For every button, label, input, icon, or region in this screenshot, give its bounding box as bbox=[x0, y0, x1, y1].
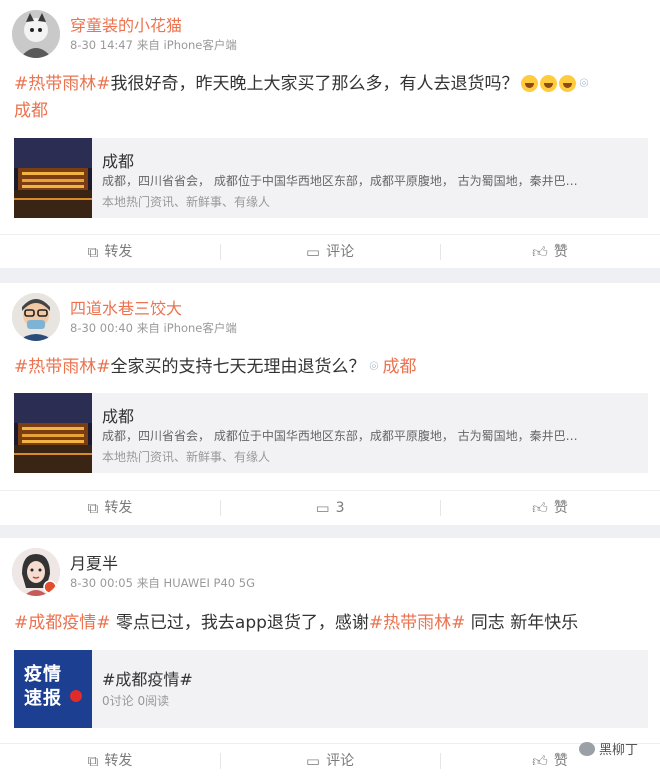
wechat-icon bbox=[578, 742, 595, 756]
hashtag-link[interactable]: #热带雨林# bbox=[14, 74, 111, 94]
post-body: 我很好奇，昨天晚上大家买了那么多，有人去退货吗？ bbox=[110, 74, 519, 94]
avatar[interactable] bbox=[12, 10, 60, 58]
comment-icon: ▭ bbox=[305, 752, 321, 770]
post-source: 来自 iPhone客户端 bbox=[136, 38, 237, 52]
laugh-emoji-icon bbox=[558, 75, 576, 92]
card-description: 0讨论 0阅读 bbox=[102, 694, 170, 708]
repost-label: 转发 bbox=[104, 753, 133, 769]
location-link[interactable]: 成都 bbox=[383, 357, 417, 377]
post-source: 来自 HUAWEI P40 5G bbox=[136, 576, 255, 590]
card-subtitle: 本地热门资讯、新鲜事、有缘人 bbox=[102, 195, 271, 209]
location-card[interactable]: 成都 成都，四川省省会， 成都位于中国华西地区东部，成都平原腹地， 古为蜀国地，… bbox=[14, 138, 648, 218]
repost-label: 转发 bbox=[104, 244, 133, 260]
post: 四道水巷三饺大 8-30 00:40 来自 iPhone客户端 #热带雨林#全家买… bbox=[0, 283, 660, 525]
post-body: 同志 新年快乐 bbox=[465, 613, 579, 633]
red-dot-icon bbox=[70, 690, 82, 702]
post: 穿童装的小花猫 8-30 14:47 来自 iPhone客户端 #热带雨林#我很好… bbox=[0, 0, 660, 268]
post-meta: 8-30 00:05 来自 HUAWEI P40 5G bbox=[70, 575, 259, 591]
card-title: #成都疫情# bbox=[102, 670, 193, 689]
topic-image-line1: 疫情 bbox=[24, 664, 62, 685]
topic-image: 疫情 速报 bbox=[14, 650, 92, 728]
comment-count: 3 bbox=[335, 500, 345, 516]
comment-label: 评论 bbox=[326, 753, 355, 769]
topic-image-line2: 速报 bbox=[24, 688, 62, 709]
card-description: 成都，四川省省会， 成都位于中国华西地区东部，成都平原腹地， 古为蜀国地，秦井巴… bbox=[102, 429, 578, 443]
location-pin-icon: ⌾ bbox=[579, 74, 589, 92]
post: 月夏半 8-30 00:05 来自 HUAWEI P40 5G #成都疫情# 零点… bbox=[0, 538, 660, 777]
comment-button[interactable]: ▭ 评论 bbox=[220, 744, 440, 777]
weibo-feed: 穿童装的小花猫 8-30 14:47 来自 iPhone客户端 #热带雨林#我很好… bbox=[0, 0, 660, 777]
username[interactable]: 穿童装的小花猫 bbox=[70, 12, 182, 36]
watermark: 黑柳丁 bbox=[578, 739, 638, 758]
like-label: 赞 bbox=[553, 500, 568, 516]
repost-button[interactable]: ⧉ 转发 bbox=[0, 744, 220, 777]
action-bar: ⧉ 转发 ▭ 评论 👍︎ 赞 bbox=[0, 234, 660, 268]
post-body: 零点已过，我去app退货了，感谢 bbox=[110, 613, 369, 633]
post-text: #热带雨林#全家买的支持七天无理由退货么？ ⌾ 成都 bbox=[14, 353, 646, 381]
post-date: 8-30 00:05 bbox=[70, 576, 133, 590]
hashtag-link[interactable]: #热带雨林# bbox=[14, 357, 111, 377]
location-link[interactable]: 成都 bbox=[14, 101, 48, 121]
post-text: #热带雨林#我很好奇，昨天晚上大家买了那么多，有人去退货吗？ ⌾ 成都 bbox=[14, 70, 646, 125]
location-card[interactable]: 成都 成都，四川省省会， 成都位于中国华西地区东部，成都平原腹地， 古为蜀国地，… bbox=[14, 393, 648, 473]
action-bar: ⧉ 转发 ▭ 评论 👍︎ 赞 bbox=[0, 743, 660, 777]
post-date: 8-30 00:40 bbox=[70, 321, 133, 335]
like-icon: 👍︎ bbox=[532, 499, 548, 517]
like-label: 赞 bbox=[553, 244, 568, 260]
avatar[interactable] bbox=[12, 548, 60, 596]
repost-icon: ⧉ bbox=[87, 243, 99, 261]
like-icon: 👍︎ bbox=[532, 752, 548, 770]
location-pin-icon: ⌾ bbox=[369, 357, 379, 375]
post-meta: 8-30 14:47 来自 iPhone客户端 bbox=[70, 37, 241, 53]
avatar[interactable] bbox=[12, 293, 60, 341]
post-meta: 8-30 00:40 来自 iPhone客户端 bbox=[70, 320, 241, 336]
hashtag-link[interactable]: #热带雨林# bbox=[369, 613, 466, 633]
card-title: 成都 bbox=[102, 152, 135, 171]
card-title: 成都 bbox=[102, 407, 135, 426]
username[interactable]: 月夏半 bbox=[70, 550, 118, 574]
like-label: 赞 bbox=[553, 753, 568, 769]
watermark-text: 黑柳丁 bbox=[598, 743, 638, 758]
comment-button[interactable]: ▭ 评论 bbox=[220, 235, 440, 269]
repost-icon: ⧉ bbox=[87, 499, 99, 517]
comment-icon: ▭ bbox=[305, 243, 321, 261]
city-night-image bbox=[14, 393, 92, 473]
repost-button[interactable]: ⧉ 转发 bbox=[0, 235, 220, 269]
post-body: 全家买的支持七天无理由退货么？ bbox=[110, 357, 366, 377]
laugh-emoji-icon bbox=[539, 75, 557, 92]
like-button[interactable]: 👍︎ 赞 bbox=[440, 491, 660, 525]
laugh-emoji-icon bbox=[520, 75, 538, 92]
comment-icon: ▭ bbox=[315, 499, 330, 517]
repost-button[interactable]: ⧉ 转发 bbox=[0, 491, 220, 525]
hashtag-link[interactable]: #成都疫情# bbox=[14, 613, 111, 633]
post-text: #成都疫情# 零点已过，我去app退货了，感谢#热带雨林# 同志 新年快乐 bbox=[14, 610, 646, 637]
like-icon: 👍︎ bbox=[532, 243, 548, 261]
like-button[interactable]: 👍︎ 赞 bbox=[440, 235, 660, 269]
comment-label: 评论 bbox=[326, 244, 355, 260]
repost-icon: ⧉ bbox=[87, 752, 99, 770]
card-subtitle: 本地热门资讯、新鲜事、有缘人 bbox=[102, 450, 271, 464]
comment-button[interactable]: ▭ 3 bbox=[220, 491, 440, 525]
action-bar: ⧉ 转发 ▭ 3 👍︎ 赞 bbox=[0, 490, 660, 524]
post-source: 来自 iPhone客户端 bbox=[136, 321, 237, 335]
post-date: 8-30 14:47 bbox=[70, 38, 133, 52]
repost-label: 转发 bbox=[104, 500, 133, 516]
city-night-image bbox=[14, 138, 92, 218]
topic-card[interactable]: 疫情 速报 #成都疫情# 0讨论 0阅读 bbox=[14, 650, 648, 728]
card-description: 成都，四川省省会， 成都位于中国华西地区东部，成都平原腹地， 古为蜀国地，秦井巴… bbox=[102, 174, 578, 188]
username[interactable]: 四道水巷三饺大 bbox=[70, 295, 182, 319]
